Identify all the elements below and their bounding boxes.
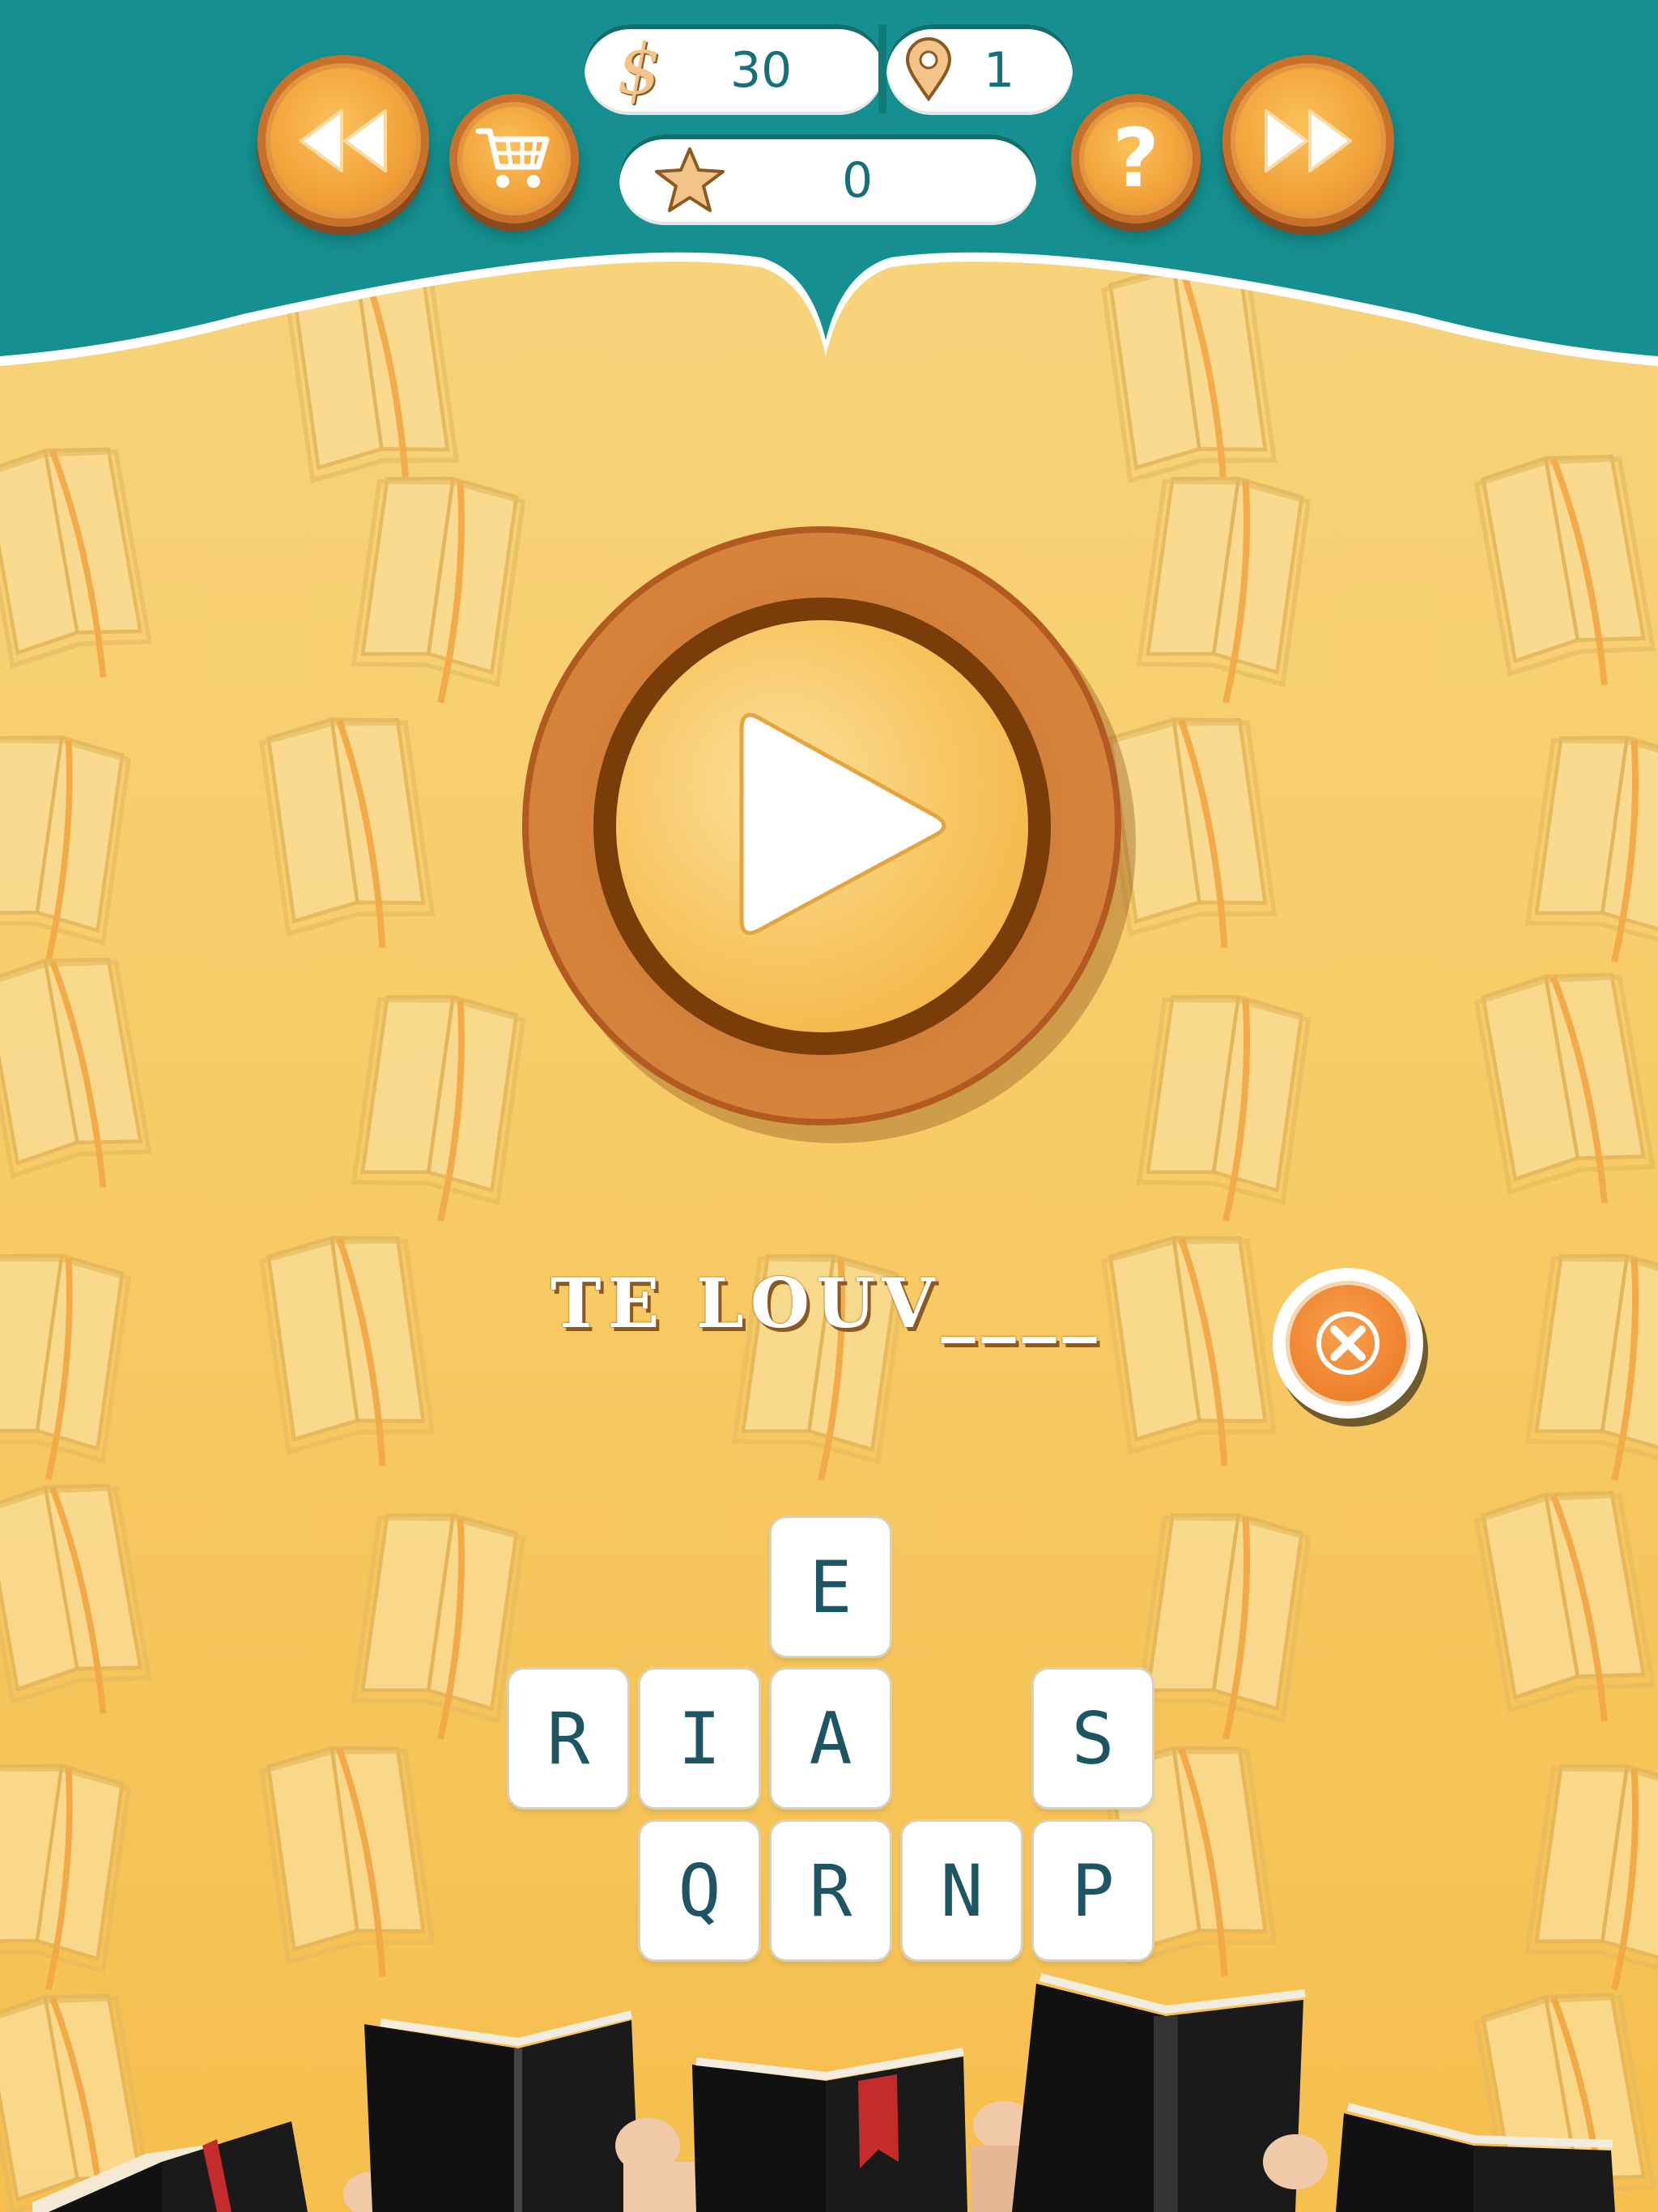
dollar-icon: $ [617,29,661,110]
play-icon [739,713,946,935]
letter-tile[interactable]: R [772,1822,890,1959]
stars-value: 0 [842,152,874,209]
level-counter: 1 [886,24,1073,115]
pill-divider [878,24,886,113]
star-icon [655,147,725,212]
letter-tile[interactable]: N [903,1822,1021,1959]
letter-tile[interactable]: S [1034,1670,1152,1807]
help-button[interactable]: ? [1071,94,1201,223]
readers-illustration [32,1973,1615,2212]
double-left-arrow-icon [300,109,387,172]
answer-display: TE LOUV____ [551,1263,1103,1343]
level-value: 1 [984,42,1015,99]
play-button-face [616,620,1028,1032]
shop-button[interactable] [449,94,579,223]
letter-tile[interactable]: P [1034,1822,1152,1959]
close-icon [1316,1312,1380,1375]
coins-value: 30 [730,42,793,99]
location-pin-icon [905,37,952,102]
top-bar: $ 30 1 0 ? [0,0,1658,381]
letter-tile[interactable]: E [772,1518,890,1656]
letter-tile[interactable]: R [509,1670,627,1807]
coins-counter: $ 30 [585,24,884,115]
stars-counter: 0 [619,134,1036,225]
next-level-button[interactable] [1222,55,1394,227]
question-icon: ? [1112,111,1159,206]
play-audio-button[interactable] [522,526,1121,1125]
previous-level-button[interactable] [257,55,429,227]
letter-tile[interactable]: Q [640,1822,759,1959]
clear-answer-button[interactable] [1273,1268,1423,1419]
letter-tile[interactable]: I [640,1670,759,1807]
double-right-arrow-icon [1265,109,1352,172]
letter-tile[interactable]: A [772,1670,890,1807]
clear-button-face [1286,1281,1410,1406]
play-button-ring [593,598,1051,1055]
cart-icon [475,128,550,188]
